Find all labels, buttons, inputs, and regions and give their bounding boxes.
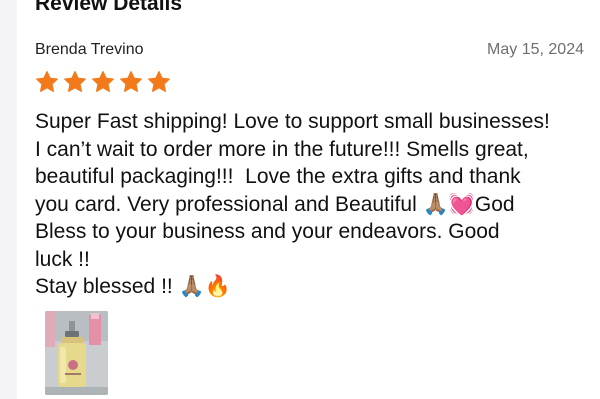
star-icon: [148, 71, 170, 92]
left-gutter: [0, 0, 17, 399]
page-title: Review Details: [35, 0, 183, 15]
star-icon: [36, 71, 58, 92]
review-details-page: Review Details Brenda Trevino May 15, 20…: [0, 0, 600, 399]
review-text: Super Fast shipping! Love to support sma…: [35, 110, 550, 298]
star-icon: [92, 71, 114, 92]
review-photo-thumbnail[interactable]: [45, 311, 108, 395]
perfume-bottle-photo: [45, 311, 108, 395]
reviewer-name: Brenda Trevino: [35, 41, 144, 58]
star-icon: [64, 71, 86, 92]
star-icon: [120, 71, 142, 92]
star-rating: [35, 70, 171, 98]
review-date: May 15, 2024: [487, 41, 584, 58]
